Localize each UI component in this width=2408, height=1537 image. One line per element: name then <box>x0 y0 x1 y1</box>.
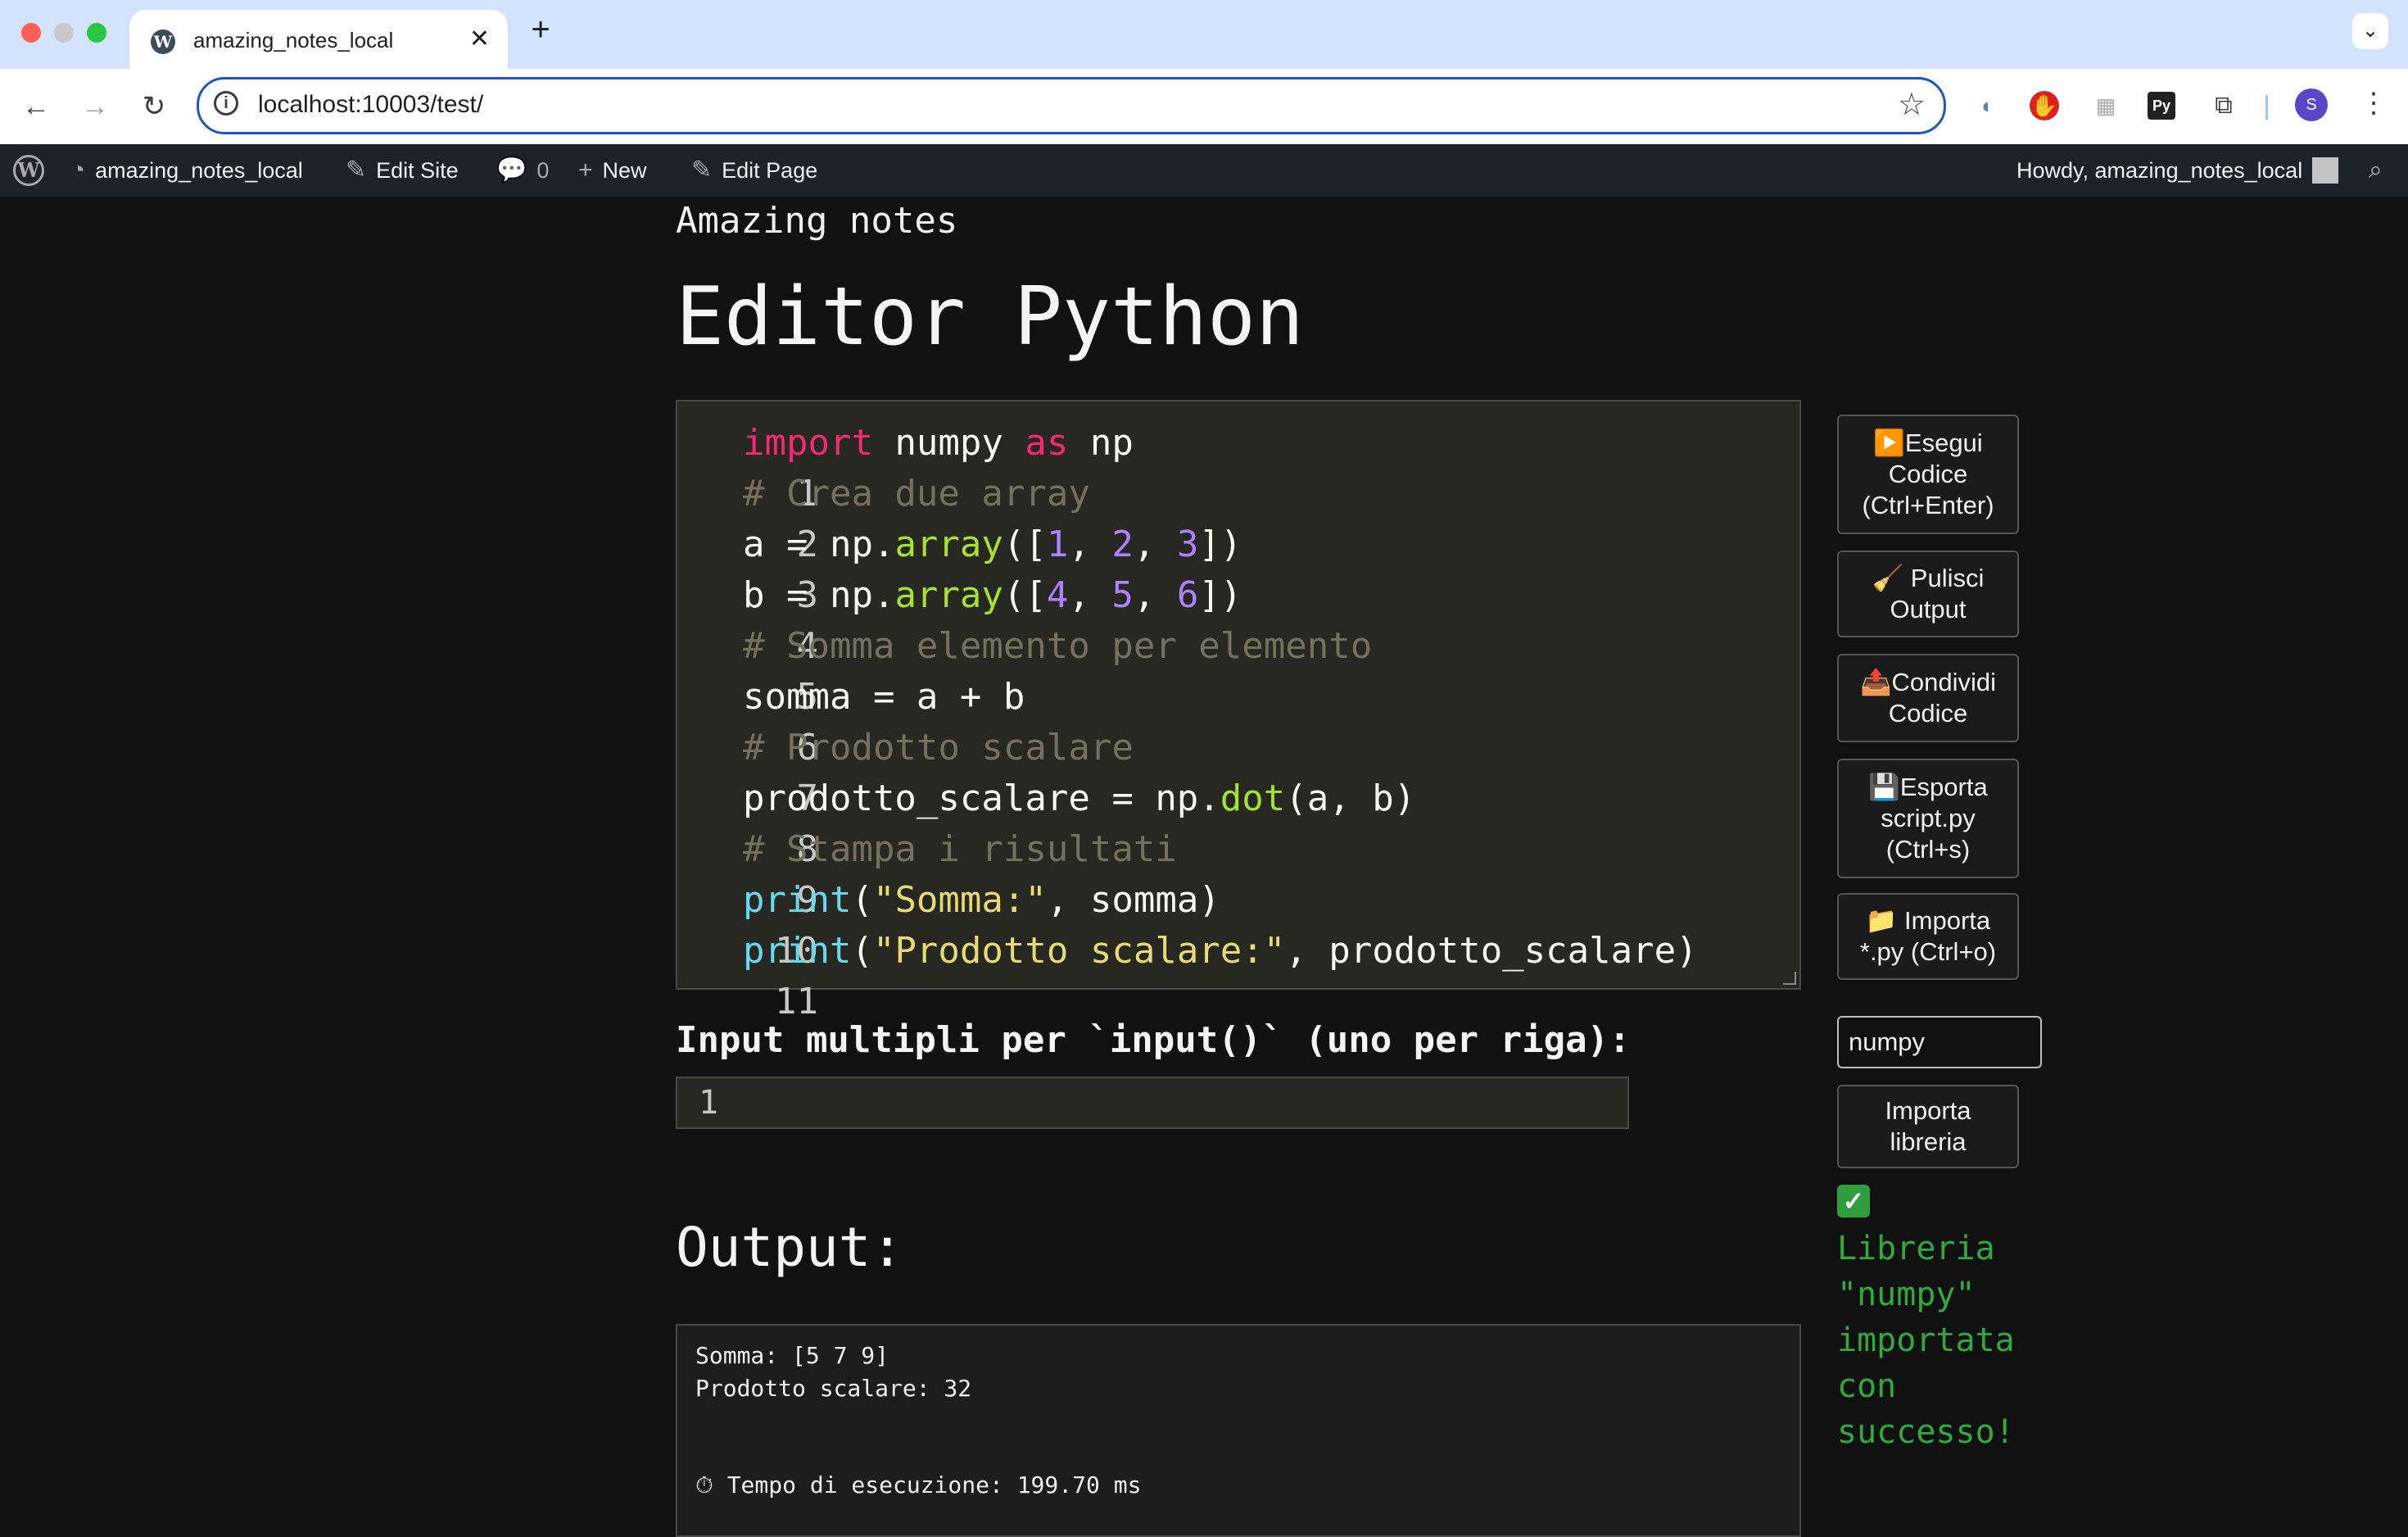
back-arrow-icon[interactable]: ← <box>16 87 56 126</box>
output-line: Prodotto scalare: 32 <box>695 1375 972 1402</box>
window-close-button[interactable] <box>21 23 41 43</box>
extension-stop-hand-icon[interactable]: ✋ <box>2030 91 2059 120</box>
code-line: 5 # Somma elemento per elemento <box>677 621 1372 718</box>
dashboard-gauge-icon: ◔ <box>70 156 86 184</box>
input-label: Input multipli per `input()` (uno per ri… <box>676 1019 1631 1061</box>
tab-close-icon[interactable]: ✕ <box>469 25 490 53</box>
site-title[interactable]: Amazing notes <box>676 200 957 242</box>
code-line: 10 print("Somma:", somma) <box>677 875 1220 972</box>
window-maximize-button[interactable] <box>87 23 106 43</box>
code-line: 4 b = np.array([4, 5, 6]) <box>677 570 1242 667</box>
extension-py-icon[interactable]: Py <box>2148 92 2175 120</box>
admin-bar-edit-page[interactable]: ✎ Edit Page <box>691 144 817 197</box>
toolbar-divider <box>2265 95 2268 120</box>
site-info-icon[interactable]: i <box>214 91 238 116</box>
execution-time: ⏱ Tempo di esecuzione: 199.70 ms <box>695 1471 1142 1498</box>
browser-toolbar: ← → ↻ i localhost:10003/test/ ☆ ◐ ✋ ▦ Py… <box>0 69 2408 144</box>
wordpress-favicon-icon: W <box>151 29 175 54</box>
admin-bar-edit-site[interactable]: ✎ Edit Site <box>346 144 459 197</box>
edit-site-label: Edit Site <box>376 158 459 183</box>
site-name-label: amazing_notes_local <box>95 158 303 183</box>
page-title: Editor Python <box>676 270 1305 364</box>
code-line: 7 # Prodotto scalare <box>677 723 1134 819</box>
code-line: 1 import numpy as np <box>677 418 1134 515</box>
reload-icon[interactable]: ↻ <box>134 87 174 126</box>
browser-menu-icon[interactable]: ⋮ <box>2357 87 2390 120</box>
wp-logo-menu[interactable]: W <box>13 144 44 197</box>
url-text[interactable]: localhost:10003/test/ <box>258 91 483 119</box>
code-line: 9 # Stampa i risultati <box>677 824 1177 921</box>
edit-page-label: Edit Page <box>722 158 818 183</box>
wp-admin-bar: W ◔ amazing_notes_local ✎ Edit Site 💬 0 … <box>0 144 2408 197</box>
extension-grid-icon[interactable]: ▦ <box>2089 88 2123 123</box>
admin-bar-new[interactable]: + New <box>578 144 647 197</box>
bookmark-star-icon[interactable]: ☆ <box>1898 86 1926 123</box>
admin-bar-site-name[interactable]: ◔ amazing_notes_local <box>70 144 303 197</box>
wordpress-logo-icon: W <box>13 155 44 186</box>
code-line: 6 somma = a + b <box>677 672 1025 768</box>
share-code-button[interactable]: 📤Condividi Codice <box>1837 654 2019 742</box>
check-mark-icon: ✓ <box>1837 1185 1870 1217</box>
editor-resize-handle[interactable] <box>1783 972 1796 985</box>
export-script-button[interactable]: 💾Esporta script.py (Ctrl+s) <box>1837 759 2019 878</box>
output-panel: Somma: [5 7 9] Prodotto scalare: 32 ⏱ Te… <box>676 1324 1801 1537</box>
admin-bar-account[interactable]: Howdy, amazing_notes_local <box>2016 144 2339 197</box>
code-line: 3 a = np.array([1, 2, 3]) <box>677 519 1242 616</box>
pencil-icon: ✎ <box>691 156 713 184</box>
brush-icon: ✎ <box>346 156 367 184</box>
browser-tab-strip: W amazing_notes_local ✕ + ⌄ <box>0 0 2408 69</box>
window-minimize-button[interactable] <box>54 23 74 43</box>
admin-bar-search[interactable]: ⌕ <box>2369 144 2383 197</box>
import-file-button[interactable]: 📁 Importa *.py (Ctrl+o) <box>1837 893 2019 980</box>
library-name-input[interactable]: numpy <box>1837 1016 2042 1068</box>
new-tab-button[interactable]: + <box>524 11 557 48</box>
user-avatar <box>2312 157 2339 184</box>
import-library-button[interactable]: Importa libreria <box>1837 1085 2019 1168</box>
howdy-label: Howdy, amazing_notes_local <box>2016 158 2303 183</box>
output-line: Somma: [5 7 9] <box>695 1342 889 1369</box>
tab-title: amazing_notes_local <box>193 28 394 52</box>
plus-icon: + <box>578 156 593 184</box>
tab-search-chevron-icon[interactable]: ⌄ <box>2352 13 2388 49</box>
admin-bar-comments[interactable]: 💬 0 <box>496 144 549 197</box>
extension-shield-icon[interactable]: ◐ <box>1971 88 2005 123</box>
comments-count: 0 <box>536 158 550 183</box>
stdin-input-textarea[interactable]: 1 <box>676 1077 1629 1129</box>
comment-bubble-icon: 💬 <box>496 156 527 184</box>
extensions-puzzle-icon[interactable]: ⧉ <box>2207 88 2241 123</box>
new-label: New <box>602 158 647 183</box>
library-status-message: Libreria "numpy" importata con successo! <box>1837 1230 2015 1451</box>
run-code-button[interactable]: ▶️Esegui Codice (Ctrl+Enter) <box>1837 415 2019 534</box>
code-line: 2 # Crea due array <box>677 469 1090 565</box>
forward-arrow-icon[interactable]: → <box>75 87 115 126</box>
clear-output-button[interactable]: 🧹 Pulisci Output <box>1837 551 2019 637</box>
address-bar[interactable]: i localhost:10003/test/ ☆ <box>197 77 1946 134</box>
output-heading: Output: <box>676 1216 904 1279</box>
browser-tab[interactable]: W amazing_notes_local ✕ <box>129 10 508 69</box>
search-icon: ⌕ <box>2369 156 2383 184</box>
profile-avatar[interactable]: S <box>2295 88 2328 121</box>
code-line: 8 prodotto_scalare = np.dot(a, b) <box>677 773 1415 870</box>
code-editor[interactable]: 1 import numpy as np 2 # Crea due array … <box>676 400 1801 1022</box>
code-line: 11 print("Prodotto scalare:", prodotto_s… <box>677 926 1698 1022</box>
